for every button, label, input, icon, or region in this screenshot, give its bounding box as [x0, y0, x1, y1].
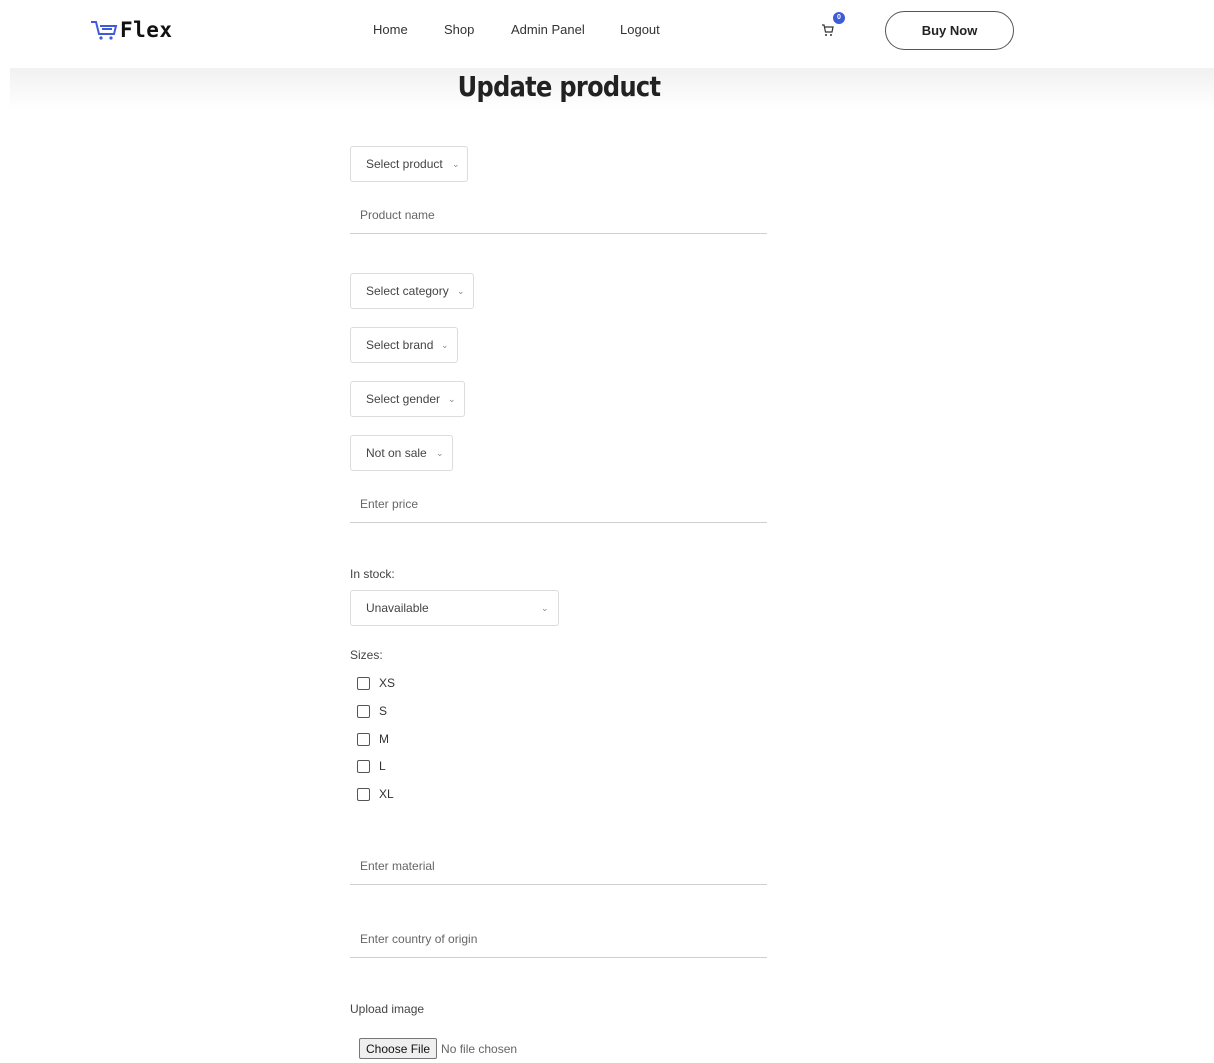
file-upload: Choose File No file chosen [359, 1038, 517, 1059]
nav-home-link[interactable]: Home [373, 22, 408, 37]
page-title: Update product [457, 70, 661, 103]
select-category-dropdown[interactable]: Select category ⌄ [350, 273, 474, 309]
select-gender-dropdown[interactable]: Select gender ⌄ [350, 381, 465, 417]
nav-shop-link[interactable]: Shop [444, 22, 474, 37]
size-option-s[interactable]: S [357, 704, 387, 718]
cart-button[interactable]: 0 [819, 12, 847, 38]
size-checkbox[interactable] [357, 759, 370, 773]
buy-now-button[interactable]: Buy Now [885, 11, 1014, 50]
in-stock-dropdown[interactable]: Unavailable ⌄ [350, 590, 559, 626]
chevron-down-icon: ⌄ [448, 394, 456, 404]
material-input[interactable] [350, 847, 767, 885]
select-category-label: Select category [366, 284, 449, 298]
size-label: S [379, 704, 388, 718]
chevron-down-icon: ⌄ [457, 286, 465, 296]
size-label: M [379, 732, 389, 746]
price-input[interactable] [350, 485, 767, 523]
size-option-l[interactable]: L [357, 759, 386, 773]
nav-logout-link[interactable]: Logout [620, 22, 660, 37]
product-name-input[interactable] [350, 196, 767, 234]
size-label: L [379, 759, 386, 773]
size-checkbox[interactable] [357, 787, 370, 801]
nav-admin-panel-link[interactable]: Admin Panel [511, 22, 585, 37]
select-gender-label: Select gender [366, 392, 441, 406]
choose-file-button[interactable]: Choose File [359, 1038, 438, 1059]
country-of-origin-input[interactable] [350, 920, 767, 958]
size-label: XS [379, 676, 396, 690]
top-navbar: Flex Home Shop Admin Panel Logout 0 Buy … [0, 0, 1214, 62]
select-product-label: Select product [366, 157, 443, 171]
file-status-text: No file chosen [441, 1041, 518, 1056]
in-stock-label: In stock: [350, 567, 395, 581]
select-brand-dropdown[interactable]: Select brand ⌄ [350, 327, 458, 363]
size-option-xs[interactable]: XS [357, 676, 395, 690]
sale-status-dropdown[interactable]: Not on sale ⌄ [350, 435, 453, 471]
size-label: XL [379, 787, 394, 801]
size-option-xl[interactable]: XL [357, 787, 394, 801]
sizes-label: Sizes: [350, 648, 383, 662]
size-checkbox[interactable] [357, 704, 370, 718]
main-nav: Home Shop Admin Panel Logout [0, 22, 1214, 42]
size-option-m[interactable]: M [357, 732, 389, 746]
cart-icon [822, 24, 834, 36]
chevron-down-icon: ⌄ [441, 340, 449, 350]
cart-count-badge: 0 [833, 12, 845, 24]
chevron-down-icon: ⌄ [541, 603, 549, 613]
sale-status-label: Not on sale [366, 446, 427, 460]
size-checkbox[interactable] [357, 676, 370, 690]
in-stock-value: Unavailable [366, 601, 429, 615]
select-product-dropdown[interactable]: Select product ⌄ [350, 146, 468, 182]
size-checkbox[interactable] [357, 732, 370, 746]
select-brand-label: Select brand [366, 338, 434, 352]
upload-image-label: Upload image [350, 1002, 425, 1016]
chevron-down-icon: ⌄ [436, 448, 444, 458]
chevron-down-icon: ⌄ [452, 159, 460, 169]
